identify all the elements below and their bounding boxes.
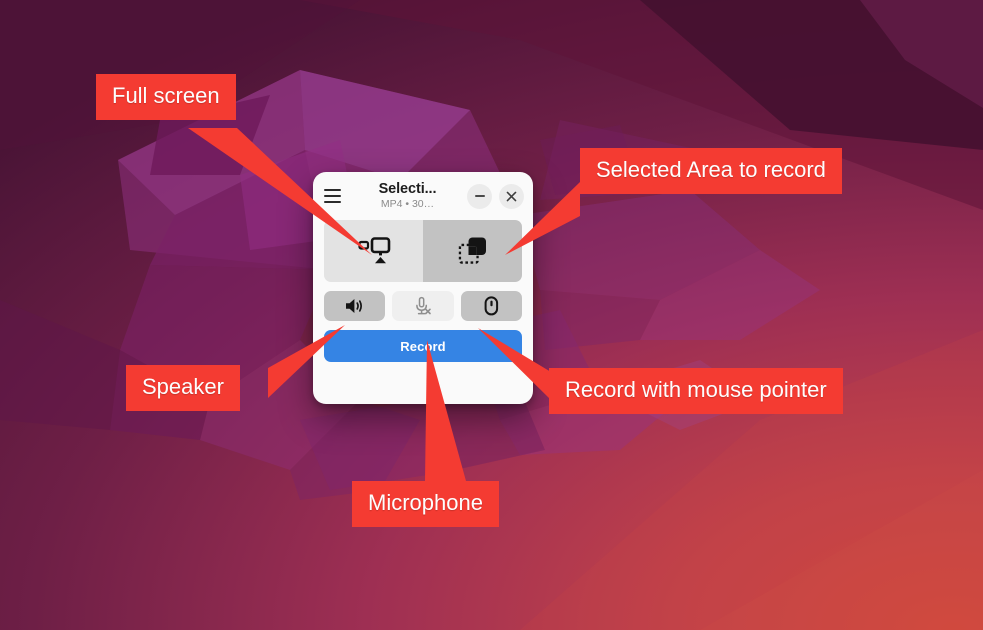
window-title-block: Selecti... MP4 • 30… — [346, 182, 467, 209]
audio-input-toggles — [324, 291, 522, 321]
callout-microphone: Microphone — [352, 481, 499, 527]
speaker-toggle-button[interactable] — [324, 291, 386, 321]
fullscreen-mode-button[interactable] — [324, 220, 423, 282]
microphone-toggle-button[interactable] — [392, 291, 454, 321]
minimize-button[interactable] — [467, 183, 492, 209]
callout-speaker: Speaker — [126, 365, 240, 411]
callout-selected-area: Selected Area to record — [580, 148, 842, 194]
close-icon — [506, 191, 517, 201]
record-button[interactable]: Record — [324, 330, 522, 362]
mouse-pointer-icon — [484, 296, 498, 316]
window-controls — [467, 183, 524, 209]
window-subtitle: MP4 • 30… — [380, 197, 435, 210]
monitor-fullscreen-icon — [357, 237, 390, 264]
speaker-icon — [346, 299, 363, 313]
mouse-pointer-toggle-button[interactable] — [460, 291, 522, 321]
minimize-icon — [474, 195, 485, 197]
window-titlebar: Selecti... MP4 • 30… — [313, 172, 533, 220]
screen-recorder-window: Selecti... MP4 • 30… Record — [313, 172, 533, 404]
selection-area-icon — [458, 237, 486, 264]
screen: Selecti... MP4 • 30… Record Full screen … — [0, 0, 983, 630]
page-title: Selecti... — [378, 182, 437, 198]
hamburger-menu-icon[interactable] — [324, 185, 346, 207]
microphone-muted-icon — [416, 296, 432, 315]
capture-mode-selector — [324, 220, 522, 282]
close-button[interactable] — [499, 183, 524, 209]
selection-area-mode-button[interactable] — [423, 220, 522, 282]
callout-mouse-pointer: Record with mouse pointer — [549, 368, 843, 414]
callout-full-screen: Full screen — [96, 74, 236, 120]
